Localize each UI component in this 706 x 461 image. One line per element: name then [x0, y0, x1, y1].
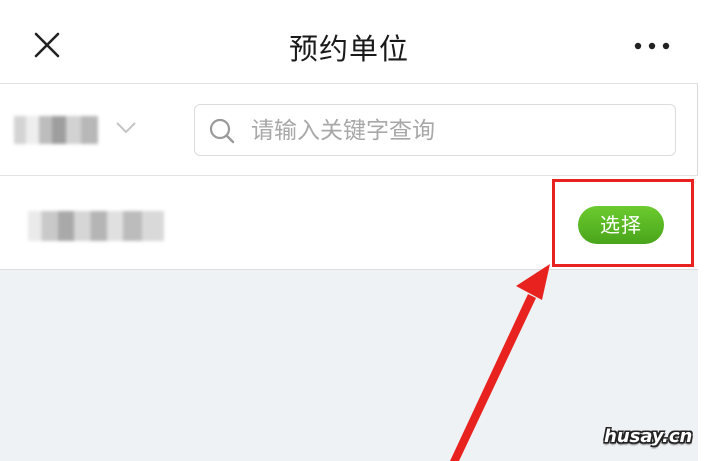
unit-name-redacted	[28, 211, 164, 241]
top-bar: 预约单位	[0, 0, 698, 84]
filter-dropdown[interactable]	[14, 112, 144, 150]
watermark: husay.cn	[604, 426, 693, 447]
highlight-annotation-box	[552, 179, 694, 267]
header-divider	[0, 83, 698, 84]
filter-selected-value-redacted	[14, 116, 98, 144]
chevron-down-icon	[116, 122, 136, 134]
empty-list-area	[0, 270, 698, 461]
search-icon	[209, 118, 235, 144]
search-box[interactable]	[194, 104, 676, 156]
page-title: 预约单位	[288, 32, 409, 66]
search-input[interactable]	[249, 113, 663, 149]
more-icon[interactable]	[632, 36, 672, 56]
